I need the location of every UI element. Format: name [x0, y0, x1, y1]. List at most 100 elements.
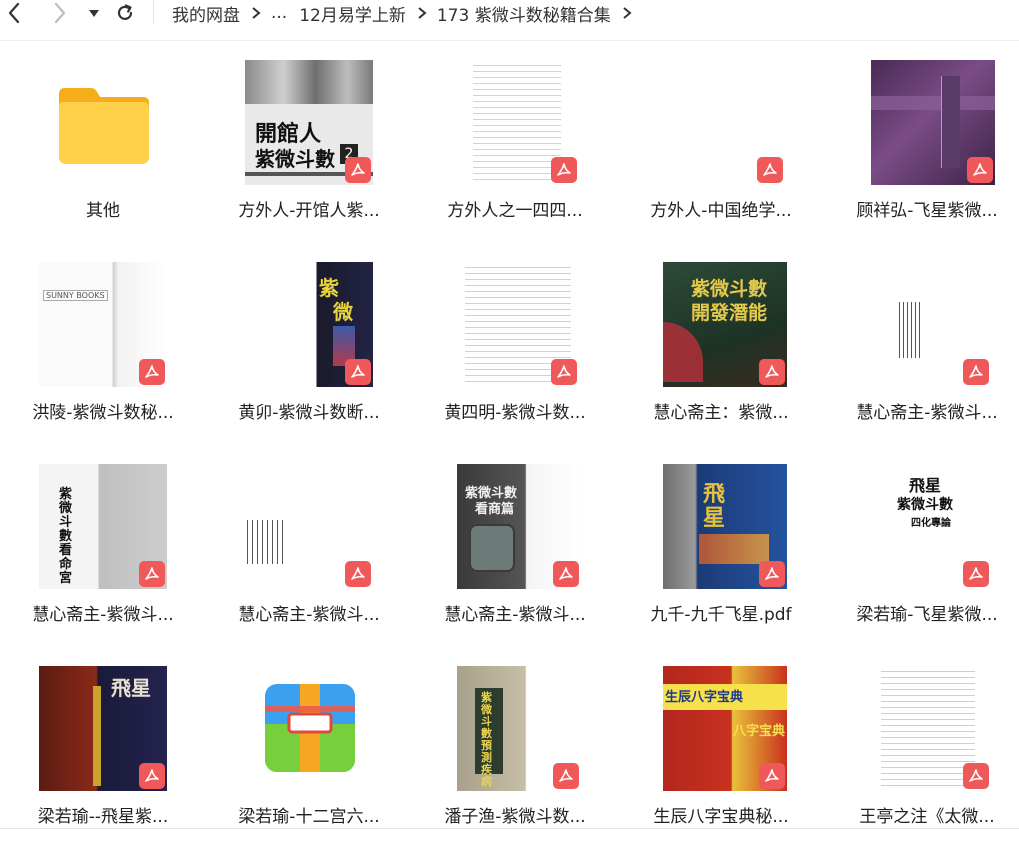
pdf-badge — [551, 157, 577, 183]
pdf-icon — [145, 567, 159, 580]
file-item[interactable]: 紫 微 黄卯-紫微斗数断... — [206, 254, 412, 444]
file-name: 黄卯-紫微斗数断... — [238, 403, 380, 423]
cover-title: 紫微斗數 — [691, 278, 768, 300]
toolbar: 我的网盘 ... 12月易学上新 173 紫微斗数秘籍合集 — [0, 0, 1019, 26]
cover-title: 紫微斗數 — [255, 147, 335, 171]
file-name: 慧心斋主-紫微斗... — [856, 403, 998, 423]
pdf-icon — [145, 769, 159, 782]
file-item[interactable]: 王亭之注《太微... — [824, 658, 1019, 848]
cover-title: 紫微斗數看命宮 — [59, 487, 73, 586]
file-name: 九千-九千飞星.pdf — [650, 605, 792, 625]
chevron-right-icon — [251, 6, 261, 20]
file-item[interactable]: 黄四明-紫微斗数... — [412, 254, 618, 444]
page-lines — [247, 520, 287, 564]
file-name: 生辰八字宝典秘... — [653, 807, 789, 827]
file-name: 黄四明-紫微斗数... — [444, 403, 586, 423]
pdf-badge — [967, 157, 993, 183]
pdf-icon — [969, 769, 983, 782]
pdf-icon — [351, 163, 365, 176]
archive-thumbnail — [245, 666, 373, 791]
file-item[interactable]: 顾祥弘-飞星紫微... — [824, 52, 1019, 242]
pdf-badge — [345, 157, 371, 183]
file-item[interactable]: 紫微斗數 看商篇 慧心斋主-紫微斗... — [412, 456, 618, 646]
cover-image — [699, 534, 769, 564]
pdf-thumbnail — [451, 60, 579, 185]
file-item[interactable]: 方外人-中国绝学... — [618, 52, 824, 242]
pdf-thumbnail: 紫微斗數 開發潛能 — [663, 262, 787, 387]
pdf-badge — [963, 359, 989, 385]
file-item[interactable]: 飛星 九千-九千飞星.pdf — [618, 456, 824, 646]
cover-title: 四化專論 — [911, 518, 951, 529]
file-item[interactable]: 紫微斗數看命宮 慧心斋主-紫微斗... — [0, 456, 206, 646]
cover-title: 飛星 — [909, 476, 942, 495]
file-name: 潘子渔-紫微斗数... — [444, 807, 586, 827]
pdf-badge — [553, 561, 579, 587]
pdf-thumbnail — [863, 666, 991, 791]
pdf-icon — [969, 365, 983, 378]
cover-title: 飛星 — [703, 481, 726, 531]
pdf-icon — [765, 365, 779, 378]
file-item[interactable]: 梁若瑜-十二宫六... — [206, 658, 412, 848]
pdf-thumbnail: 紫 微 — [245, 262, 373, 387]
history-dropdown-button[interactable] — [86, 0, 102, 26]
file-item[interactable]: 生辰八字宝典 八字宝典 生辰八字宝典秘... — [618, 658, 824, 848]
file-item[interactable]: 方外人之一四四... — [412, 52, 618, 242]
breadcrumb-item-root[interactable]: 我的网盘 — [172, 1, 240, 26]
breadcrumb-item-ellipsis[interactable]: ... — [271, 3, 287, 23]
pdf-icon — [763, 163, 777, 176]
file-item[interactable]: 慧心斋主-紫微斗... — [824, 254, 1019, 444]
pdf-thumbnail — [657, 60, 785, 185]
pdf-thumbnail — [451, 262, 579, 387]
file-item[interactable]: 飛星 梁若瑜--飛星紫... — [0, 658, 206, 848]
cover-image — [469, 524, 515, 572]
file-item[interactable]: 開館人 紫微斗數 2 方外人-开馆人紫... — [206, 52, 412, 242]
cover-title: 紫微斗數 — [897, 497, 953, 513]
pdf-thumbnail: 飛星 紫微斗數 四化專論 — [863, 464, 991, 589]
file-item[interactable]: 紫微斗數 開發潛能 慧心斋主：紫微... — [618, 254, 824, 444]
cover-title: 微 — [333, 300, 353, 324]
cover-title: 看商篇 — [475, 502, 515, 517]
toolbar-separator — [153, 0, 154, 24]
cover-title: 八字宝典 — [733, 724, 786, 739]
chevron-right-icon — [417, 6, 427, 20]
pdf-thumbnail — [871, 60, 995, 185]
folder-thumbnail — [39, 60, 167, 185]
cover-title: 紫微斗數預測疾病 — [481, 691, 492, 788]
file-item[interactable]: 慧心斋主-紫微斗... — [206, 456, 412, 646]
pdf-icon — [145, 365, 159, 378]
file-name: 梁若瑜-飞星紫微... — [856, 605, 998, 625]
pdf-icon — [973, 163, 987, 176]
file-name: 慧心斋主：紫微... — [653, 403, 789, 423]
pdf-badge — [139, 763, 165, 789]
pdf-icon — [351, 567, 365, 580]
pdf-thumbnail: 生辰八字宝典 八字宝典 — [663, 666, 787, 791]
chevron-right-icon — [622, 6, 632, 20]
file-item[interactable]: SUNNY BOOKS 洪陵-紫微斗数秘... — [0, 254, 206, 444]
file-name: 梁若瑜--飛星紫... — [37, 807, 169, 827]
pdf-thumbnail: 飛星 — [663, 464, 787, 589]
breadcrumb-item-folder[interactable]: 12月易学上新 — [299, 1, 406, 26]
file-name: 顾祥弘-飞星紫微... — [856, 201, 998, 221]
pdf-thumbnail — [245, 464, 373, 589]
refresh-icon — [117, 4, 133, 20]
file-name: 王亭之注《太微... — [859, 807, 995, 827]
file-name: 其他 — [86, 201, 120, 221]
pdf-badge — [139, 359, 165, 385]
pdf-icon — [557, 365, 571, 378]
forward-button[interactable] — [48, 0, 72, 26]
pdf-thumbnail: 紫微斗數預測疾病 — [457, 666, 581, 791]
file-item[interactable]: 其他 — [0, 52, 206, 242]
pdf-icon — [351, 365, 365, 378]
file-item[interactable]: 飛星 紫微斗數 四化專論 梁若瑜-飞星紫微... — [824, 456, 1019, 646]
pdf-icon — [765, 567, 779, 580]
file-item[interactable]: 紫微斗數預測疾病 潘子渔-紫微斗数... — [412, 658, 618, 848]
page-lines — [899, 302, 923, 358]
file-name: 方外人-中国绝学... — [650, 201, 792, 221]
back-button[interactable] — [2, 0, 26, 26]
pdf-thumbnail: 紫微斗數看命宮 — [39, 464, 167, 589]
pdf-icon — [969, 567, 983, 580]
breadcrumb-item-current[interactable]: 173 紫微斗数秘籍合集 — [437, 1, 611, 26]
pdf-badge — [759, 561, 785, 587]
pdf-badge — [139, 561, 165, 587]
refresh-button[interactable] — [114, 0, 136, 26]
